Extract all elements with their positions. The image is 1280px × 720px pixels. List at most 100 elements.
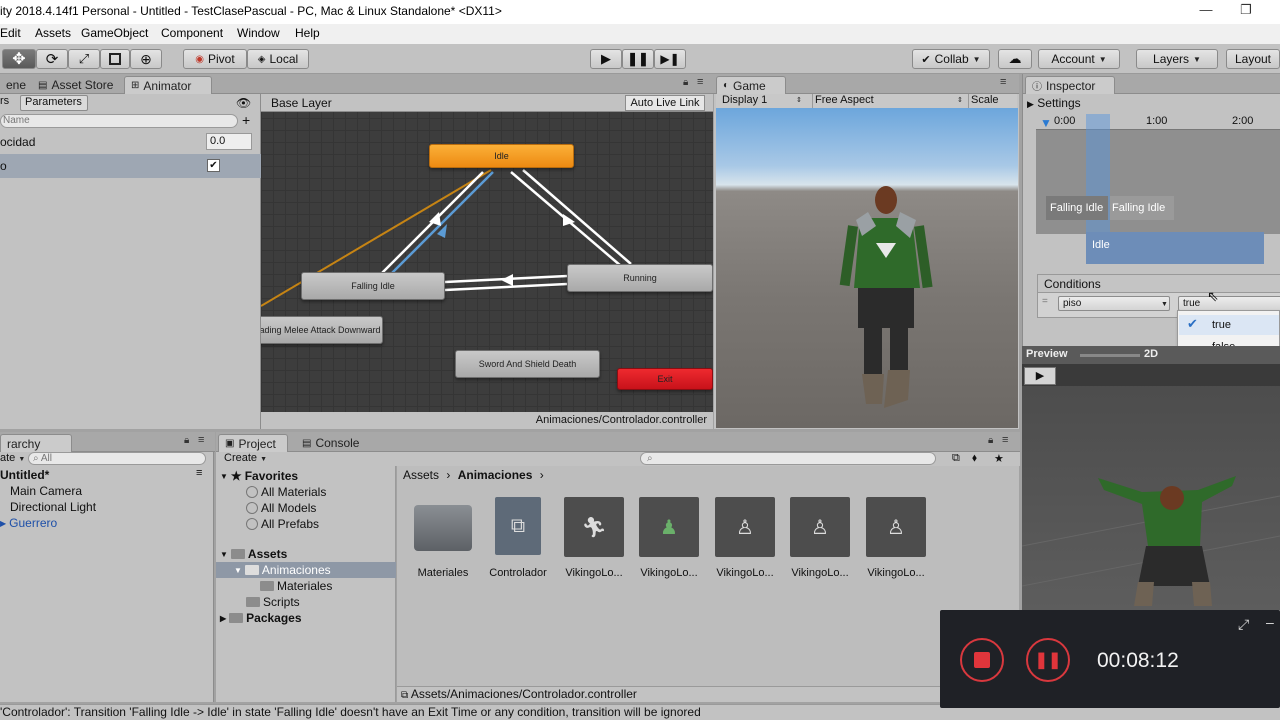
transition-timeline[interactable]: 0:00 1:00 2:00 ▼ Falling Idle Falling Id… [1036,114,1280,264]
asset-vikingo-2[interactable]: ♟ VikingoLo... [634,497,704,579]
scale-slider[interactable]: Scale [968,94,1016,108]
scene-menu-icon[interactable]: ≡ [196,467,202,479]
collab-dropdown[interactable]: ✔ Collab ▼ [912,49,990,69]
velocidad-value-field[interactable]: 0.0 [206,133,252,150]
asset-vikingo-4[interactable]: ♙ VikingoLo... [785,497,855,579]
favorites-foldout[interactable]: ▼ ★ Favorites [220,468,298,484]
project-create-button[interactable]: Create ▼ [224,452,274,466]
tab-console[interactable]: ▤ Console [296,434,365,452]
tab-asset-store[interactable]: ▤ Asset Store [32,76,119,94]
tab-scene[interactable]: ene [0,76,32,94]
hierarchy-search-input[interactable]: ⌕ All [28,452,206,465]
folder-scripts[interactable]: Scripts [246,594,300,610]
eye-icon[interactable]: 👁︎ [236,96,251,110]
preview-resize-handle[interactable] [1080,354,1140,357]
transition-running-to-falling[interactable] [444,282,568,292]
cloud-button[interactable]: ☁ [998,49,1032,69]
menu-component[interactable]: Component [161,26,223,40]
asset-controlador[interactable]: ⧉ Controlador [483,497,553,579]
piso-checkbox[interactable]: ✔ [207,159,220,172]
layout-dropdown[interactable]: Layout [1226,49,1280,69]
asset-materiales-folder[interactable]: Materiales [408,497,478,579]
tab-project[interactable]: ▣ Project [218,434,288,452]
asset-vikingo-3[interactable]: ♙ VikingoLo... [710,497,780,579]
parameter-row-piso[interactable]: o ✔ [0,154,261,178]
transform-tool-button[interactable]: ⊕ [130,49,162,69]
filter-label-icon[interactable]: ⬧ [972,452,977,465]
favorite-star-icon[interactable]: ★ [994,452,1004,465]
asset-vikingo-5[interactable]: ♙ VikingoLo... [861,497,931,579]
assets-foldout[interactable]: ▼ Assets [220,546,287,562]
condition-parameter-dropdown[interactable]: piso ▼ [1058,296,1170,311]
lock-icon[interactable]: 🔒︎ [184,435,189,446]
asset-vikingo-1[interactable]: 🏃︎ VikingoLo... [559,497,629,579]
popup-option-true[interactable]: ✔ true [1179,315,1279,335]
menu-gameobject[interactable]: GameObject [81,26,148,40]
filter-type-icon[interactable]: ⧉ [952,452,960,465]
state-idle[interactable]: Idle [429,144,574,168]
hierarchy-item-main-camera[interactable]: Main Camera [10,483,82,499]
rotate-tool-button[interactable]: ⟳ [36,49,68,69]
minimize-icon[interactable]: – [1266,614,1274,630]
tab-animator[interactable]: ⊞ Animator [124,76,212,94]
panel-menu-icon[interactable]: ≡ [697,76,703,88]
pivot-toggle[interactable]: ◉ Pivot [183,49,247,69]
marker-icon[interactable]: ▼ [1040,116,1052,130]
state-exit[interactable]: Exit [617,368,713,390]
tab-hierarchy[interactable]: rarchy [0,434,72,452]
minimize-button[interactable]: — [1196,2,1216,20]
menu-assets[interactable]: Assets [35,26,71,40]
scene-root[interactable]: Untitled* ≡ [0,467,214,483]
state-running[interactable]: Running [567,264,713,292]
tab-layers[interactable]: rs [0,95,18,111]
play-button[interactable]: ▶ [590,49,622,69]
restore-button[interactable]: ❐ [1236,2,1256,20]
folder-materiales[interactable]: Materiales [260,578,332,594]
tab-inspector[interactable]: ⓘ Inspector [1025,76,1115,94]
state-sword-shield-death[interactable]: Sword And Shield Death [455,350,600,378]
hierarchy-item-directional-light[interactable]: Directional Light [10,499,96,515]
aspect-dropdown[interactable]: Free Aspect ⇕ [812,94,964,108]
display-dropdown[interactable]: Display 1 ⇕ [722,94,802,108]
project-search-input[interactable]: ⌕ [640,452,936,465]
expand-icon[interactable]: ⤢ [1238,616,1249,633]
parameter-row-velocidad[interactable]: ocidad 0.0 [0,130,261,154]
preview-play-button[interactable]: ▶ [1024,367,1056,385]
panel-menu-icon[interactable]: ≡ [198,434,204,446]
scale-tool-button[interactable]: ⤢ [68,49,100,69]
favorite-all-models[interactable]: All Models [246,500,316,516]
tab-parameters[interactable]: Parameters [20,95,88,111]
state-melee-attack[interactable]: ading Melee Attack Downward [261,316,383,344]
rect-tool-button[interactable] [100,49,130,69]
menu-window[interactable]: Window [237,26,280,40]
hierarchy-item-guerrero[interactable]: ▶ Guerrero [0,515,57,531]
breadcrumb-animaciones[interactable]: Animaciones [458,468,533,482]
tab-game[interactable]: ◐ Game [716,76,786,94]
breadcrumb-assets[interactable]: Assets [403,468,439,482]
packages-foldout[interactable]: ▶ Packages [220,610,302,626]
layers-dropdown[interactable]: Layers ▼ [1136,49,1218,69]
stop-recording-button[interactable] [960,638,1004,682]
preview-viewport[interactable]: ▶ [1022,364,1280,610]
pause-recording-button[interactable]: ❚❚ [1026,638,1070,682]
settings-foldout[interactable]: ▶ Settings [1027,96,1081,110]
account-dropdown[interactable]: Account ▼ [1038,49,1120,69]
hierarchy-create-button[interactable]: ate ▼ [0,452,26,466]
lock-icon[interactable]: 🔒︎ [683,77,688,88]
animator-graph[interactable]: Base Layer Auto Live Link Idle Falling I… [261,94,713,429]
pause-button[interactable]: ❚❚ [622,49,654,69]
transition-running-to-idle[interactable] [522,169,632,265]
folder-animaciones[interactable]: ▼ Animaciones [216,562,396,578]
panel-menu-icon[interactable]: ≡ [1000,76,1006,88]
parameter-search-input[interactable]: Name [0,114,238,128]
menu-help[interactable]: Help [295,26,320,40]
favorite-all-materials[interactable]: All Materials [246,484,326,500]
lock-icon[interactable]: 🔒︎ [988,435,993,446]
local-toggle[interactable]: ◈ Local [247,49,309,69]
state-falling-idle[interactable]: Falling Idle [301,272,445,300]
drag-handle-icon[interactable]: = [1042,296,1048,307]
step-button[interactable]: ▶❚ [654,49,686,69]
move-tool-button[interactable]: ✥ [2,49,36,69]
favorite-all-prefabs[interactable]: All Prefabs [246,516,319,532]
menu-edit[interactable]: Edit [0,26,21,40]
